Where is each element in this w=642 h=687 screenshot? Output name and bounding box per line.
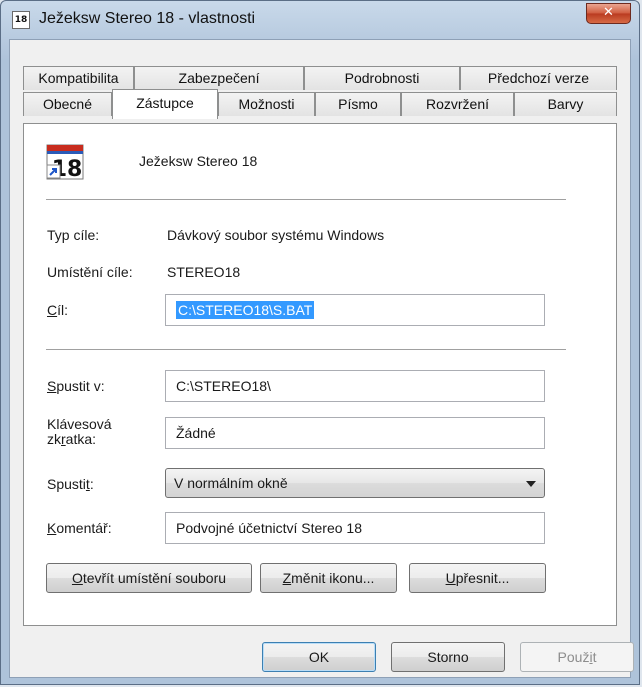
divider-middle xyxy=(46,349,566,351)
shortcut-panel: 18 Ježeksw Stereo 18 Typ cíle: Dávkový s… xyxy=(23,123,617,626)
tab-shortcut[interactable]: Zástupce xyxy=(112,89,218,119)
change-icon-text: měnit ikonu... xyxy=(291,570,375,586)
comment-label-text: omentář: xyxy=(56,520,112,536)
start-in-field[interactable]: C:\STEREO18\ xyxy=(165,370,545,402)
target-type-value: Dávkový soubor systému Windows xyxy=(167,227,385,243)
target-location-value: STEREO18 xyxy=(167,264,241,280)
comment-label-accesskey: K xyxy=(47,520,57,536)
hotkey-label-line1: Klávesová xyxy=(47,416,112,432)
hotkey-label-pre: zk xyxy=(47,431,61,447)
hotkey-label: Klávesová zkratka: xyxy=(47,417,112,447)
open-location-accesskey: O xyxy=(71,570,83,586)
target-label-accesskey: C xyxy=(47,302,58,318)
close-icon: ✕ xyxy=(603,5,614,20)
open-location-text: tevřít umístění souboru xyxy=(82,570,227,586)
divider-top xyxy=(46,199,566,201)
tab-colors[interactable]: Barvy xyxy=(514,92,617,116)
run-select[interactable]: V normálním okně xyxy=(165,468,545,498)
tab-layout[interactable]: Rozvržení xyxy=(401,92,514,116)
ok-button[interactable]: OK xyxy=(262,642,376,672)
tab-compatibility[interactable]: Kompatibilita xyxy=(23,66,134,90)
hotkey-field[interactable]: Žádné xyxy=(165,417,545,449)
change-icon-accesskey: Z xyxy=(282,570,292,586)
target-field[interactable]: C:\STEREO18\S.BAT xyxy=(165,294,545,326)
advanced-button[interactable]: Upřesnit... xyxy=(409,563,546,593)
close-button[interactable]: ✕ xyxy=(586,3,631,24)
app-icon[interactable]: 18 xyxy=(12,11,30,29)
comment-label: Komentář: xyxy=(47,520,112,536)
tab-general[interactable]: Obecné xyxy=(23,92,112,116)
cancel-button[interactable]: Storno xyxy=(391,642,505,672)
start-in-label-text: pustit v: xyxy=(56,378,105,394)
target-location-label: Umístění cíle: xyxy=(47,264,133,280)
tab-security[interactable]: Zabezpečení xyxy=(134,66,304,90)
run-label-pre: Spusti xyxy=(47,476,86,492)
run-label: Spustit: xyxy=(47,476,94,492)
dialog-body: Kompatibilita Zabezpečení Podrobnosti Př… xyxy=(9,39,634,678)
apply-button[interactable]: Použit xyxy=(520,642,634,672)
start-in-label-accesskey: S xyxy=(47,378,57,394)
hotkey-label-post: atka: xyxy=(65,431,97,447)
run-select-value: V normálním okně xyxy=(174,475,288,491)
tab-options[interactable]: Možnosti xyxy=(218,92,315,116)
apply-pre: Použ xyxy=(557,649,590,665)
advanced-accesskey: U xyxy=(445,570,456,586)
properties-window: 18 Ježeksw Stereo 18 - vlastnosti ✕ Komp… xyxy=(0,0,640,685)
run-label-post: : xyxy=(89,476,94,492)
target-label: Cíl: xyxy=(47,302,68,318)
target-type-label: Typ cíle: xyxy=(47,227,100,243)
start-in-label: Spustit v: xyxy=(47,378,105,394)
tab-details[interactable]: Podrobnosti xyxy=(304,66,460,90)
target-label-text: íl: xyxy=(57,302,69,318)
target-field-value: C:\STEREO18\S.BAT xyxy=(176,301,315,319)
shortcut-name: Ježeksw Stereo 18 xyxy=(139,153,258,169)
change-icon-button[interactable]: Změnit ikonu... xyxy=(260,563,397,593)
chevron-down-icon xyxy=(526,481,536,487)
advanced-text: přesnit... xyxy=(455,570,510,586)
title-bar[interactable]: 18 Ježeksw Stereo 18 - vlastnosti ✕ xyxy=(1,1,639,39)
hotkey-label-line2: zkratka: xyxy=(47,432,112,447)
shortcut-18-icon: 18 xyxy=(46,143,84,182)
tab-font[interactable]: Písmo xyxy=(315,92,401,116)
window-title: Ježeksw Stereo 18 - vlastnosti xyxy=(39,10,256,27)
open-file-location-button[interactable]: Otevřít umístění souboru xyxy=(46,563,252,593)
tab-previous-versions[interactable]: Předchozí verze xyxy=(460,66,617,90)
comment-field[interactable]: Podvojné účetnictví Stereo 18 xyxy=(165,512,545,544)
apply-post: t xyxy=(592,649,597,665)
